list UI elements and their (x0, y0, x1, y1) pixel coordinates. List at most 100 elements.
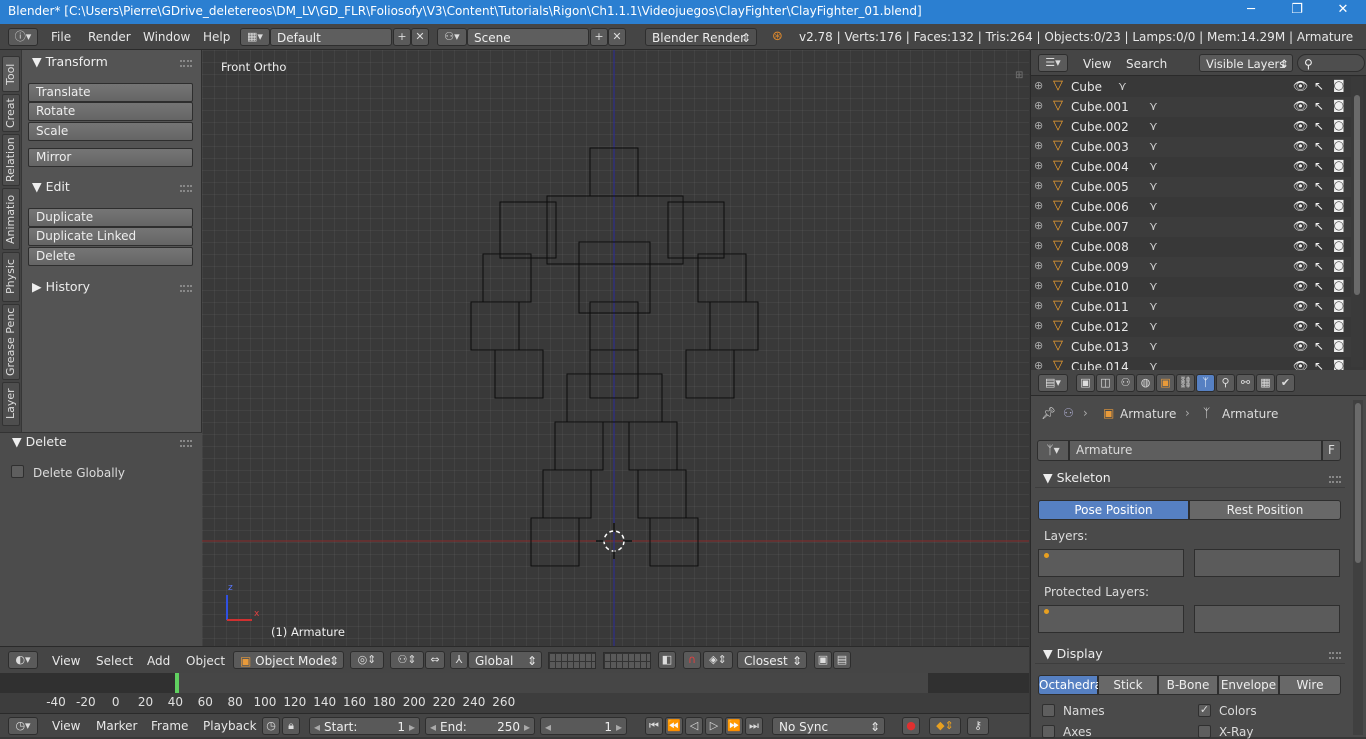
tab-tool[interactable]: Tool (2, 56, 20, 92)
bone-tab-icon[interactable]: ⚲ (1216, 374, 1235, 392)
outliner-item[interactable]: ⊕ ▽ Cube.013 ⋎ 👁︎ ↖ ◙ (1031, 337, 1351, 357)
menu-window[interactable]: Window (143, 30, 190, 44)
pivot-point-icon[interactable]: ⚇⇕ (390, 651, 424, 669)
mirror-button[interactable]: Mirror (28, 148, 193, 167)
snap-magnet-icon[interactable]: ∩ (683, 651, 701, 669)
visibility-eye-icon[interactable]: 👁︎ (1293, 239, 1308, 253)
expand-icon[interactable]: ⊕ (1034, 239, 1043, 252)
scene-field[interactable]: Scene (467, 28, 589, 46)
selectability-cursor-icon[interactable]: ↖ (1314, 339, 1324, 353)
expand-icon[interactable]: ⊕ (1034, 279, 1043, 292)
menu-add[interactable]: Add (147, 654, 170, 668)
outliner-item[interactable]: ⊕ ▽ Cube.007 ⋎ 👁︎ ↖ ◙ (1031, 217, 1351, 237)
display-bbone-button[interactable]: B-Bone (1158, 675, 1218, 695)
scene-layers-grid-2[interactable] (603, 652, 651, 669)
display-wire-button[interactable]: Wire (1279, 675, 1341, 695)
expand-icon[interactable]: ⊕ (1034, 179, 1043, 192)
renderability-camera-icon[interactable]: ◙ (1333, 98, 1345, 112)
outliner-item-name[interactable]: Cube.012 (1071, 320, 1129, 334)
world-tab-icon[interactable]: ◍ (1136, 374, 1155, 392)
selectability-cursor-icon[interactable]: ↖ (1314, 279, 1324, 293)
menu-render[interactable]: Render (88, 30, 131, 44)
renderability-camera-icon[interactable]: ◙ (1333, 78, 1345, 92)
outliner-item[interactable]: ⊕ ▽ Cube.002 ⋎ 👁︎ ↖ ◙ (1031, 117, 1351, 137)
outliner-search-input[interactable]: ⚲ (1297, 54, 1365, 72)
translate-button[interactable]: Translate (28, 83, 193, 102)
axes-checkbox[interactable] (1042, 725, 1055, 738)
selectability-cursor-icon[interactable]: ↖ (1314, 299, 1324, 313)
pin-icon[interactable]: 📌︎ (1041, 406, 1056, 420)
outliner-item-name[interactable]: Cube.003 (1071, 140, 1129, 154)
expand-icon[interactable]: ⊕ (1034, 79, 1043, 92)
outliner-item-name[interactable]: Cube.007 (1071, 220, 1129, 234)
visibility-eye-icon[interactable]: 👁︎ (1293, 119, 1308, 133)
renderability-camera-icon[interactable]: ◙ (1333, 238, 1345, 252)
current-frame-field[interactable]: ◂ 1 ▸ (540, 717, 627, 735)
jump-keyframe-back-icon[interactable]: ⏪ (665, 717, 683, 735)
selectability-cursor-icon[interactable]: ↖ (1314, 259, 1324, 273)
outliner-item-name[interactable]: Cube.008 (1071, 240, 1129, 254)
menu-file[interactable]: File (51, 30, 71, 44)
renderability-camera-icon[interactable]: ◙ (1333, 298, 1345, 312)
tab-grease-pencil[interactable]: Grease Penc (2, 304, 20, 380)
operator-panel-header[interactable]: ▼ Delete (12, 434, 67, 449)
viewport-shading-icon[interactable]: ◎⇕ (350, 651, 384, 669)
outliner-item-name[interactable]: Cube.010 (1071, 280, 1129, 294)
render-animation-icon[interactable]: ▤ (833, 651, 851, 669)
selectability-cursor-icon[interactable]: ↖ (1314, 159, 1324, 173)
jump-start-icon[interactable]: ⏮ (645, 717, 663, 735)
selectability-cursor-icon[interactable]: ↖ (1314, 199, 1324, 213)
expand-icon[interactable]: ⊕ (1034, 299, 1043, 312)
render-tab-icon[interactable]: ▣ (1076, 374, 1095, 392)
menu-marker[interactable]: Marker (96, 719, 137, 733)
selectability-cursor-icon[interactable]: ↖ (1314, 319, 1324, 333)
names-checkbox[interactable] (1042, 704, 1055, 717)
tab-layer[interactable]: Layer (2, 382, 20, 426)
lock-time-icon[interactable]: 🔒︎ (282, 717, 300, 735)
record-icon[interactable]: ● (902, 717, 920, 735)
bone-layers-grid-b[interactable] (1194, 549, 1340, 577)
menu-view[interactable]: View (1083, 57, 1111, 71)
skeleton-panel-header[interactable]: ▼ Skeleton (1035, 468, 1345, 488)
display-octahedral-button[interactable]: Octahedral (1038, 675, 1105, 695)
selectability-cursor-icon[interactable]: ↖ (1314, 179, 1324, 193)
mode-select[interactable]: ▣ Object Mode ⇕ (233, 651, 344, 669)
display-stick-button[interactable]: Stick (1098, 675, 1158, 695)
add-scene-icon[interactable]: + (590, 28, 608, 46)
outliner-item-name[interactable]: Cube.013 (1071, 340, 1129, 354)
renderability-camera-icon[interactable]: ◙ (1333, 118, 1345, 132)
renderability-camera-icon[interactable]: ◙ (1333, 258, 1345, 272)
outliner-item[interactable]: ⊕ ▽ Cube.011 ⋎ 👁︎ ↖ ◙ (1031, 297, 1351, 317)
rest-position-button[interactable]: Rest Position (1189, 500, 1341, 520)
info-icon[interactable]: ⓘ▾ (8, 28, 38, 46)
outliner-item[interactable]: ⊕ ▽ Cube.008 ⋎ 👁︎ ↖ ◙ (1031, 237, 1351, 257)
visibility-eye-icon[interactable]: 👁︎ (1293, 319, 1308, 333)
protected-layers-grid-a[interactable] (1038, 605, 1184, 633)
remove-scene-icon[interactable]: ✕ (608, 28, 626, 46)
start-frame-field[interactable]: ◂ Start: 1 ▸ (309, 717, 420, 735)
timeline-editor-icon[interactable]: ◷▾ (8, 717, 38, 735)
selectability-cursor-icon[interactable]: ↖ (1314, 99, 1324, 113)
scene-layers-grid[interactable] (548, 652, 596, 669)
menu-select[interactable]: Select (96, 654, 133, 668)
expand-icon[interactable]: ⊕ (1034, 219, 1043, 232)
screen-layout-icon[interactable]: ▦▾ (240, 28, 270, 46)
minimize-button[interactable]: ─ (1228, 2, 1274, 22)
outliner-item-name[interactable]: Cube.014 (1071, 360, 1129, 370)
selectability-cursor-icon[interactable]: ↖ (1314, 79, 1324, 93)
outliner-item[interactable]: ⊕ ▽ Cube.006 ⋎ 👁︎ ↖ ◙ (1031, 197, 1351, 217)
menu-view[interactable]: View (52, 719, 80, 733)
tab-animation[interactable]: Animatio (2, 188, 20, 250)
selectability-cursor-icon[interactable]: ↖ (1314, 239, 1324, 253)
xray-checkbox[interactable] (1198, 725, 1211, 738)
bone-constraints-tab-icon[interactable]: ⚯ (1236, 374, 1255, 392)
outliner-item[interactable]: ⊕ ▽ Cube.003 ⋎ 👁︎ ↖ ◙ (1031, 137, 1351, 157)
visibility-eye-icon[interactable]: 👁︎ (1293, 99, 1308, 113)
outliner-editor-icon[interactable]: ☰▾ (1038, 54, 1068, 72)
lock-camera-icon[interactable]: ◧ (658, 651, 676, 669)
renderability-camera-icon[interactable]: ◙ (1333, 198, 1345, 212)
pose-position-button[interactable]: Pose Position (1038, 500, 1189, 520)
orientation-select[interactable]: Global ⇕ (468, 651, 542, 669)
expand-icon[interactable]: ⊕ (1034, 359, 1043, 370)
tab-create[interactable]: Creat (2, 94, 20, 132)
